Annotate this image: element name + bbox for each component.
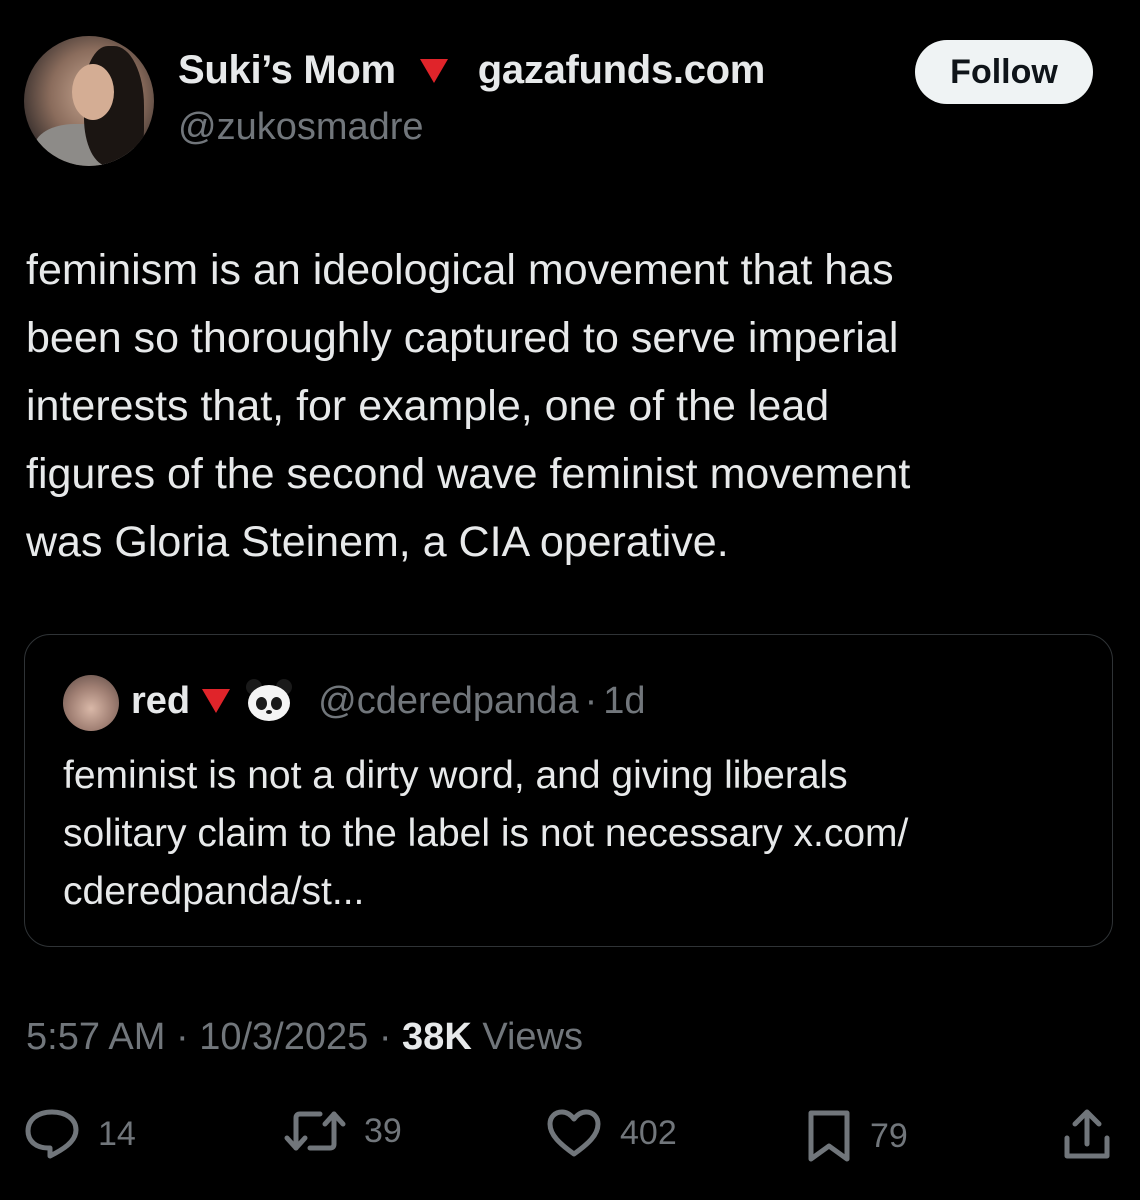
quote-author-handle: @cderedpanda — [318, 679, 579, 722]
red-triangle-icon — [419, 58, 448, 83]
quote-separator: · — [584, 679, 598, 722]
tweet-line: figures of the second wave feminist move… — [26, 450, 911, 498]
share-icon — [1064, 1109, 1110, 1159]
quote-line: feminist is not a dirty word, and giving… — [63, 754, 848, 797]
quoted-tweet[interactable]: red @cderedpanda · 1d feminist is not a … — [24, 634, 1113, 947]
tweet-meta: 5:57 AM · 10/3/2025 · 38K Views — [26, 1016, 583, 1059]
quote-age: 1d — [603, 679, 646, 722]
quote-line: solitary claim to the label is not neces… — [63, 812, 909, 855]
action-bar: 14 39 402 79 — [0, 1108, 1140, 1168]
bookmark-count: 79 — [870, 1116, 908, 1155]
views-count: 38K — [402, 1016, 472, 1058]
quote-text: feminist is not a dirty word, and giving… — [63, 747, 908, 921]
panda-icon — [244, 679, 294, 723]
author-handle[interactable]: @zukosmadre — [178, 106, 424, 149]
quote-avatar — [63, 675, 119, 731]
author-avatar[interactable] — [24, 36, 154, 166]
reply-icon — [25, 1109, 79, 1159]
tweet-line: interests that, for example, one of the … — [26, 382, 830, 430]
quote-author-name: red — [131, 679, 191, 722]
tweet-date[interactable]: 10/3/2025 — [199, 1016, 368, 1058]
bookmark-icon — [808, 1110, 850, 1162]
bookmark-button[interactable]: 79 — [806, 1108, 908, 1164]
follow-button[interactable]: Follow — [915, 40, 1093, 104]
tweet-line: feminism is an ideological movement that… — [26, 246, 894, 294]
tweet-line: been so thoroughly captured to serve imp… — [26, 314, 899, 362]
repost-count: 39 — [364, 1111, 402, 1150]
views-label: Views — [482, 1016, 584, 1058]
quote-line: cderedpanda/st... — [63, 870, 365, 913]
repost-button[interactable]: 39 — [284, 1108, 402, 1154]
meta-separator: · — [175, 1016, 189, 1058]
tweet-text: feminism is an ideological movement that… — [26, 236, 1116, 576]
tweet-line: was Gloria Steinem, a CIA operative. — [26, 518, 729, 566]
red-triangle-icon — [202, 689, 231, 713]
quote-header: red @cderedpanda · 1d — [131, 679, 646, 723]
repost-icon — [284, 1111, 346, 1151]
meta-separator: · — [378, 1016, 392, 1058]
author-display-name[interactable]: Suki’s Mom — [178, 48, 396, 93]
reply-button[interactable]: 14 — [24, 1108, 136, 1160]
author-name-row[interactable]: Suki’s Mom gazafunds.com — [178, 48, 765, 93]
author-name-link: gazafunds.com — [477, 48, 766, 92]
reply-count: 14 — [98, 1114, 136, 1153]
like-count: 402 — [620, 1113, 677, 1152]
share-button[interactable] — [1062, 1108, 1112, 1162]
tweet-time[interactable]: 5:57 AM — [26, 1016, 165, 1058]
avatar-face — [72, 64, 114, 120]
like-button[interactable]: 402 — [546, 1108, 677, 1158]
like-icon — [547, 1109, 601, 1157]
